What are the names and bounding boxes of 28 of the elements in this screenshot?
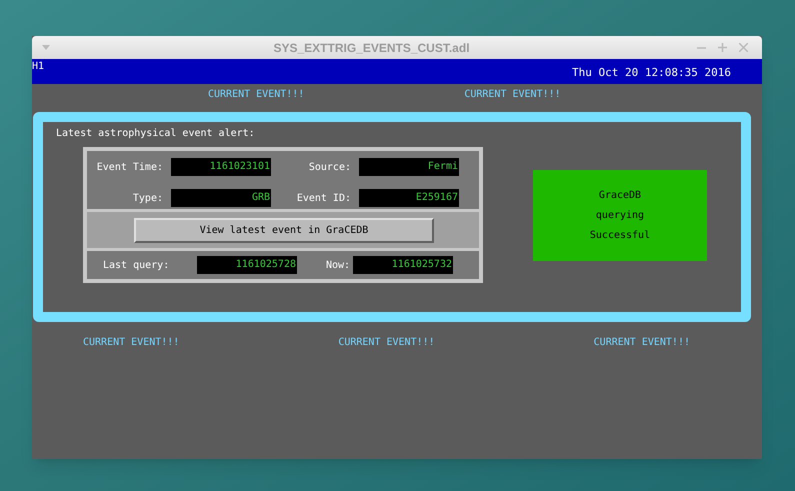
field-label: Event Time:	[96, 160, 164, 174]
value-field: 1161023101	[171, 158, 271, 176]
value-field: 1161025728	[197, 256, 297, 274]
status-text: Successful	[590, 229, 650, 243]
status-text: GraceDB	[598, 189, 642, 203]
menu-caret-icon[interactable]	[40, 45, 52, 50]
value-field: E259167	[359, 189, 459, 207]
window-title: SYS_EXTTRIG_EVENTS_CUST.adl	[272, 40, 471, 56]
alert-heading: Latest astrophysical event alert:	[56, 127, 256, 141]
maximize-icon[interactable]	[718, 43, 727, 52]
field-label: Source:	[308, 160, 352, 174]
view-event-button[interactable]: View latest event in GraCEDB	[134, 218, 434, 242]
field-label: Event ID:	[296, 192, 352, 206]
close-icon[interactable]	[739, 43, 748, 52]
current-event-label: CURRENT EVENT!!!	[208, 88, 304, 102]
value-field: GRB	[171, 189, 271, 207]
value-field: 1161025732	[353, 256, 453, 274]
field-label: Now:	[326, 258, 352, 272]
site-label: H1	[32, 60, 44, 74]
current-event-label: CURRENT EVENT!!!	[594, 336, 690, 350]
field-label: Last query:	[103, 258, 170, 272]
current-event-label: CURRENT EVENT!!!	[83, 336, 180, 350]
value-field: Fermi	[359, 158, 459, 176]
date-time: Thu Oct 20 12:08:35 2016	[572, 65, 731, 81]
current-event-label: CURRENT EVENT!!!	[338, 336, 435, 350]
field-label: Type:	[132, 192, 164, 206]
status-text: querying	[596, 209, 644, 223]
current-event-label: CURRENT EVENT!!!	[464, 88, 561, 102]
